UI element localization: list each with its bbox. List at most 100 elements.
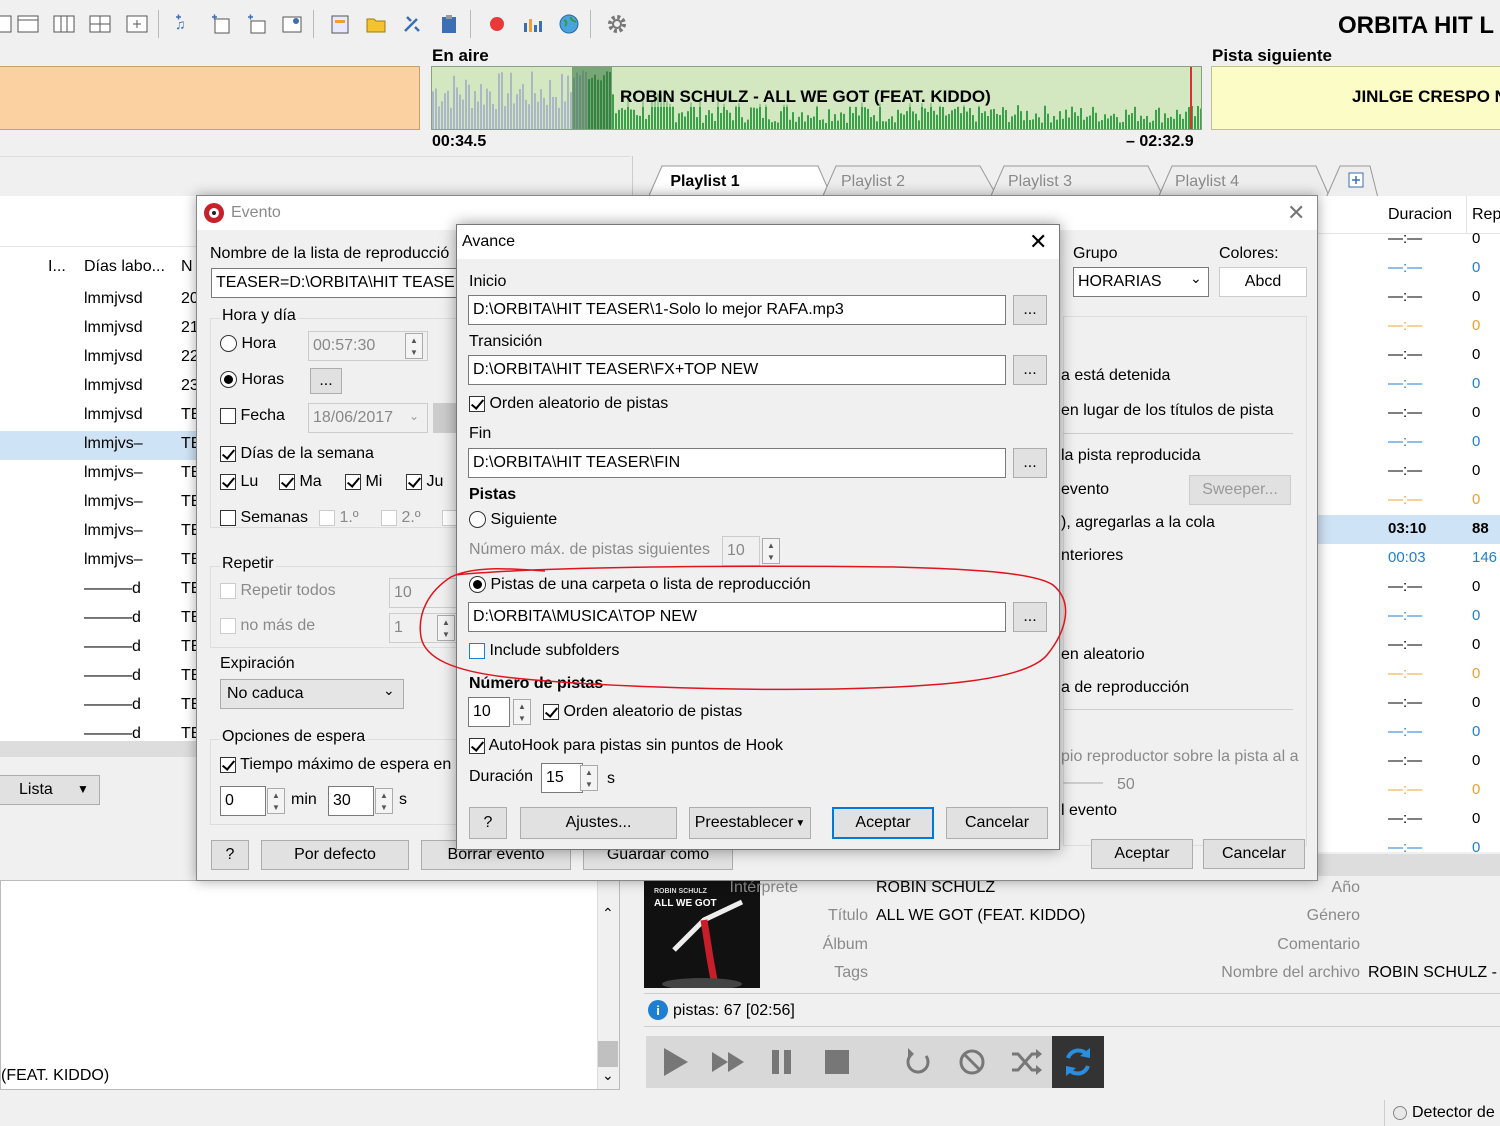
fecha-dropdown-icon[interactable]: ⌄ <box>409 409 419 423</box>
record-icon[interactable] <box>485 12 509 36</box>
add-folder-icon[interactable] <box>244 12 268 36</box>
scroll-up-icon[interactable]: ⌃ <box>602 905 614 922</box>
auto-mode-icon[interactable] <box>1052 1036 1104 1088</box>
autohook-checkbox[interactable]: AutoHook para pistas sin puntos de Hook <box>469 737 783 755</box>
avance-aceptar-button[interactable]: Aceptar <box>832 807 934 839</box>
stop-icon[interactable] <box>816 1044 856 1080</box>
layout-columns-icon[interactable] <box>52 12 76 36</box>
pause-icon[interactable] <box>762 1044 802 1080</box>
playlist-row[interactable]: —:— 0 <box>1318 747 1500 776</box>
grupo-select[interactable]: HORARIAS ⌄ <box>1073 267 1209 297</box>
table-row[interactable]: lmmjvs– TE <box>0 518 201 547</box>
evento-aceptar-button[interactable]: Aceptar <box>1091 839 1193 869</box>
playlist-row[interactable]: —:— 0 <box>1318 660 1500 689</box>
clipboard-icon[interactable] <box>437 12 461 36</box>
playlist-row[interactable]: —:— 0 <box>1318 428 1500 457</box>
tab-playlist-3[interactable]: Playlist 3 <box>995 166 1085 198</box>
transicion-input[interactable]: D:\ORBITA\HIT TEASER\FX+TOP NEW <box>468 355 1006 385</box>
globe-icon[interactable] <box>557 12 581 36</box>
add-playlist-icon[interactable] <box>208 12 232 36</box>
evento-close-icon[interactable]: ✕ <box>1287 200 1305 226</box>
vertical-scrollbar[interactable]: ⌃ ⌄ <box>597 881 619 1089</box>
horizontal-scrollbar[interactable] <box>0 741 200 757</box>
espera-s-spinner[interactable]: ▲ ▼ <box>375 788 393 814</box>
ajustes-button[interactable]: Ajustes... <box>520 807 677 839</box>
colores-sample[interactable]: Abcd <box>1219 267 1307 297</box>
espera-s-input[interactable]: 30 <box>328 786 374 816</box>
table-row[interactable]: ———d TE <box>0 605 201 634</box>
table-row[interactable]: ———d TE <box>0 663 201 692</box>
playlist-row[interactable]: —:— 0 <box>1318 312 1500 341</box>
numero-pistas-spinner[interactable]: ▲ ▼ <box>513 699 531 725</box>
horas-radio[interactable]: Horas <box>220 371 284 389</box>
table-row[interactable]: lmmjvs– TE <box>0 547 201 576</box>
settings-gear-icon[interactable] <box>605 12 629 36</box>
playlist-row[interactable]: —:— 0 <box>1318 602 1500 631</box>
inicio-input[interactable]: D:\ORBITA\HIT TEASER\1-Solo lo mejor RAF… <box>468 295 1006 325</box>
repeat-icon[interactable] <box>898 1044 938 1080</box>
fast-forward-icon[interactable] <box>708 1044 748 1080</box>
repetir-todos-checkbox[interactable]: Repetir todos <box>220 582 336 600</box>
col-header-i[interactable]: I... <box>48 258 66 276</box>
playlist-row[interactable]: —:— 0 <box>1318 486 1500 515</box>
tab-playlist-1[interactable]: Playlist 1 <box>660 166 750 198</box>
playlist-row[interactable]: —:— 0 <box>1318 631 1500 660</box>
no-mas-de-checkbox[interactable]: no más de <box>220 617 315 635</box>
duracion-input[interactable]: 15 <box>541 763 583 793</box>
por-defecto-button[interactable]: Por defecto <box>261 840 409 870</box>
table-row[interactable]: lmmjvs– TE <box>0 460 201 489</box>
tab-playlist-2[interactable]: Playlist 2 <box>828 166 918 198</box>
espera-min-spinner[interactable]: ▲ ▼ <box>267 788 285 814</box>
semanas-checkbox[interactable]: Semanas <box>220 509 308 527</box>
playlist-row[interactable]: —:— 0 <box>1318 457 1500 486</box>
nombre-input[interactable]: TEASER=D:\ORBITA\HIT TEASER\ <box>211 268 459 298</box>
table-row[interactable]: lmmjvsd 22 <box>0 344 200 373</box>
evento-cancelar-button[interactable]: Cancelar <box>1203 839 1305 869</box>
week-1-checkbox[interactable]: 1.º <box>319 509 359 527</box>
tools-icon[interactable] <box>400 12 424 36</box>
playlist-row[interactable]: —:— 0 <box>1318 689 1500 718</box>
tab-playlist-4[interactable]: Playlist 4 <box>1162 166 1252 198</box>
statistics-icon[interactable] <box>520 12 544 36</box>
numero-pistas-input[interactable]: 10 <box>468 697 510 727</box>
avance-help-button[interactable]: ? <box>469 807 507 839</box>
avance-cancelar-button[interactable]: Cancelar <box>946 807 1048 839</box>
day-ju-checkbox[interactable]: Ju <box>406 473 443 491</box>
next-track-panel[interactable]: JINLGE CRESPO N <box>1211 66 1500 130</box>
table-row[interactable]: ———d TE <box>0 576 201 605</box>
add-image-icon[interactable] <box>280 12 304 36</box>
col-header-days[interactable]: Días labo... <box>84 258 165 276</box>
playlist-row[interactable]: —:— 0 <box>1318 283 1500 312</box>
avance-close-icon[interactable]: ✕ <box>1029 229 1047 255</box>
day-lu-checkbox[interactable]: Lu <box>220 473 258 491</box>
week-2-checkbox[interactable]: 2.º <box>381 509 421 527</box>
layout-add-icon[interactable] <box>125 12 149 36</box>
siguiente-radio[interactable]: Siguiente <box>469 511 557 529</box>
play-icon[interactable] <box>654 1044 694 1080</box>
duracion-spinner[interactable]: ▲ ▼ <box>580 765 598 791</box>
tiempo-max-checkbox[interactable]: Tiempo máximo de espera en <box>220 756 451 774</box>
playlist-row[interactable]: —:— 0 <box>1318 225 1500 254</box>
playlist-row[interactable]: —:— 0 <box>1318 776 1500 805</box>
folder-icon[interactable] <box>364 12 388 36</box>
day-mi-checkbox[interactable]: Mi <box>345 473 382 491</box>
shuffle-icon[interactable] <box>1006 1044 1046 1080</box>
playlist-row[interactable]: —:— 0 <box>1318 399 1500 428</box>
fin-browse-button[interactable]: ... <box>1013 448 1047 478</box>
playlist-row[interactable]: 00:03 146 <box>1318 544 1500 573</box>
playlist-row[interactable]: 03:10 88 <box>1318 515 1500 544</box>
schedule-icon[interactable] <box>328 12 352 36</box>
orden-aleatorio-2-checkbox[interactable]: Orden aleatorio de pistas <box>543 703 742 721</box>
playlist-row[interactable]: —:— 0 <box>1318 254 1500 283</box>
layout-single-icon[interactable] <box>16 12 40 36</box>
col-header-duracion[interactable]: Duracion <box>1388 206 1452 224</box>
fecha-checkbox[interactable]: Fecha <box>220 407 285 425</box>
espera-min-input[interactable]: 0 <box>220 786 266 816</box>
detector-status[interactable]: Detector de <box>1384 1100 1500 1126</box>
expiracion-select[interactable]: No caduca ⌄ <box>220 679 404 709</box>
inicio-browse-button[interactable]: ... <box>1013 295 1047 325</box>
add-track-icon[interactable]: ♫ <box>172 12 196 36</box>
view-select[interactable]: Lista ▼ <box>0 775 100 805</box>
fin-input[interactable]: D:\ORBITA\HIT TEASER\FIN <box>468 448 1006 478</box>
block-icon[interactable] <box>952 1044 992 1080</box>
